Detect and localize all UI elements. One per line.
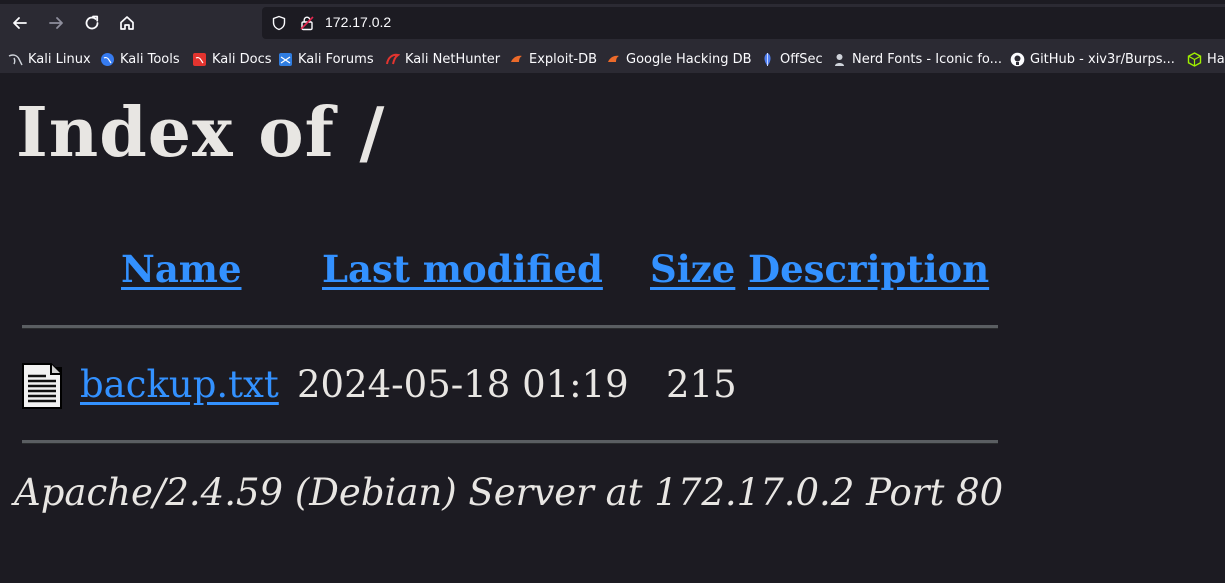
reload-icon — [85, 15, 99, 30]
kali-nethunter-icon — [386, 53, 400, 64]
sort-by-size-link[interactable]: Size — [650, 247, 735, 291]
reload-button[interactable] — [81, 12, 103, 34]
file-last-modified: 2024-05-18 01:19 — [297, 363, 629, 406]
github-icon — [1010, 52, 1025, 66]
bookmark-hack-the-box[interactable]: Ha — [1187, 50, 1225, 68]
arrow-left-icon — [13, 17, 27, 29]
bookmark-github[interactable]: GitHub - xiv3r/Burps... — [1010, 50, 1175, 68]
server-signature: Apache/2.4.59 (Debian) Server at 172.17.… — [14, 471, 1004, 514]
footer-divider — [22, 440, 998, 444]
bookmark-kali-tools[interactable]: Kali Tools — [100, 50, 180, 68]
sort-by-last-modified-link[interactable]: Last modified — [322, 247, 603, 291]
kali-docs-icon — [193, 52, 206, 66]
bookmark-google-hacking-db[interactable]: Google Hacking DB — [606, 50, 752, 68]
exploit-db-icon — [511, 55, 522, 62]
shield-icon[interactable] — [271, 15, 287, 31]
back-button[interactable] — [9, 12, 31, 34]
arrow-right-icon — [49, 17, 63, 29]
file-size: 215 — [666, 363, 737, 406]
file-link-backup-txt[interactable]: backup.txt — [80, 363, 279, 406]
header-divider — [22, 325, 998, 329]
home-button[interactable] — [116, 12, 138, 34]
offsec-icon — [764, 52, 771, 66]
browser-toolbar: 172.17.0.2 Kali Linux Kali Tools Kali Do… — [0, 0, 1225, 73]
bookmark-kali-forums[interactable]: Kali Forums — [278, 50, 374, 68]
sort-by-name-link[interactable]: Name — [121, 247, 242, 291]
bookmark-exploit-db[interactable]: Exploit-DB — [509, 50, 597, 68]
bookmarks-bar: Kali Linux Kali Tools Kali Docs Kali For… — [0, 47, 1225, 71]
text-file-icon — [22, 363, 62, 409]
kali-dragon-icon — [8, 53, 23, 65]
directory-listing-page: Index of / Name Last modified Size Descr… — [0, 73, 1225, 583]
forward-button[interactable] — [45, 12, 67, 34]
home-icon — [120, 16, 134, 30]
ghdb-icon — [608, 55, 619, 62]
bookmark-kali-linux[interactable]: Kali Linux — [8, 50, 91, 68]
bookmark-kali-docs[interactable]: Kali Docs — [192, 50, 272, 68]
hack-the-box-icon — [1187, 51, 1202, 67]
bookmark-nerd-fonts[interactable]: Nerd Fonts - Iconic fo... — [832, 50, 1002, 68]
url-text[interactable]: 172.17.0.2 — [325, 14, 391, 30]
kali-forums-icon — [279, 52, 292, 66]
insecure-lock-icon[interactable] — [299, 15, 315, 31]
kali-tools-icon — [101, 52, 114, 66]
bookmark-kali-nethunter[interactable]: Kali NetHunter — [385, 50, 500, 68]
sort-by-description-link[interactable]: Description — [748, 247, 989, 291]
page-title: Index of / — [16, 93, 386, 173]
bookmark-offsec[interactable]: OffSec — [760, 50, 823, 68]
nerd-fonts-icon — [835, 53, 844, 66]
address-bar[interactable]: 172.17.0.2 — [262, 7, 1225, 39]
